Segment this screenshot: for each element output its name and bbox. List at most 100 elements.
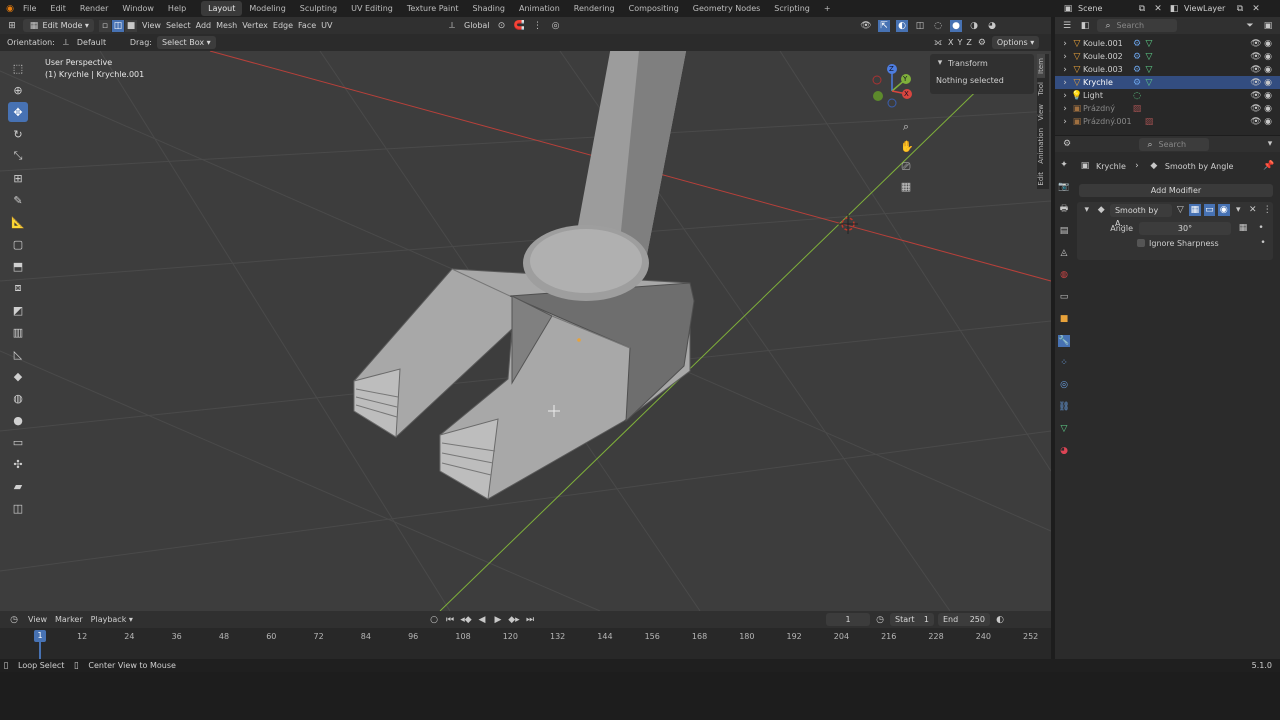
camera-icon[interactable]: ◉ — [1262, 103, 1274, 115]
camera-icon[interactable]: ◉ — [1262, 51, 1274, 63]
prev-keyframe-icon[interactable]: ◂◆ — [460, 614, 472, 626]
options-dropdown[interactable]: Options ▾ — [991, 36, 1040, 49]
particles-tab-icon[interactable]: ⁘ — [1058, 357, 1070, 369]
menu-window[interactable]: Window — [115, 1, 161, 16]
workspace-tab-geometry-nodes[interactable]: Geometry Nodes — [686, 1, 767, 16]
data-tab-icon[interactable]: ▽ — [1058, 423, 1070, 435]
object-tab-icon[interactable]: ■ — [1058, 313, 1070, 325]
poly-build-tool-icon[interactable]: ◆ — [8, 366, 28, 386]
xray-toggle-icon[interactable]: ◫ — [914, 20, 926, 32]
bevel-tool-icon[interactable]: ◩ — [8, 300, 28, 320]
orientation-dropdown[interactable]: Default — [77, 38, 125, 47]
outliner-item-koule-003[interactable]: › ▽ Koule.003 ⚙ ▽ 👁 ◉ — [1055, 63, 1280, 76]
mirror-y-toggle[interactable]: Y — [957, 38, 962, 47]
annotate-tool-icon[interactable]: ✎ — [8, 190, 28, 210]
menu-file[interactable]: File — [16, 1, 43, 16]
rendered-shading-icon[interactable]: ◕ — [986, 20, 998, 32]
transform-section-title[interactable]: Transform — [948, 59, 988, 68]
workspace-tab-compositing[interactable]: Compositing — [622, 1, 686, 16]
render-tab-icon[interactable]: 📷 — [1058, 181, 1070, 193]
edit-mode-toggle-icon[interactable]: ▽ — [1175, 204, 1186, 216]
chevron-down-icon[interactable]: ▾ — [936, 57, 944, 69]
mirror-icon[interactable]: ⟗ — [932, 37, 944, 49]
properties-search-field[interactable]: ⌕ Search — [1139, 137, 1209, 151]
workspace-tab-modeling[interactable]: Modeling — [242, 1, 292, 16]
camera-view-icon[interactable]: ⎚ — [900, 161, 912, 173]
zoom-icon[interactable]: ⌕ — [900, 121, 912, 133]
eye-icon[interactable]: 👁 — [1250, 116, 1262, 128]
keying-icon[interactable]: ◐ — [994, 614, 1006, 626]
wrench-icon[interactable]: ⚙ — [976, 37, 988, 49]
node-socket-icon[interactable]: ▦ — [1237, 222, 1249, 234]
outliner-item-krychle[interactable]: › ▽ Krychle ⚙ ▽ 👁 ◉ — [1055, 76, 1280, 89]
outliner-item-prazdny-001[interactable]: › ▣ Prázdný.001 ▨ 👁 ◉ — [1055, 115, 1280, 128]
pan-hand-icon[interactable]: ✋ — [900, 141, 914, 153]
frame-clock-icon[interactable]: ◷ — [874, 614, 886, 626]
cage-toggle-icon[interactable]: ▦ — [1189, 204, 1201, 216]
menu-edge[interactable]: Edge — [273, 21, 293, 30]
proportional-edit-icon[interactable]: ◎ — [550, 20, 562, 32]
mirror-z-toggle[interactable]: Z — [966, 38, 971, 47]
pivot-point-icon[interactable]: ⊙ — [496, 20, 508, 32]
measure-tool-icon[interactable]: 📐 — [8, 212, 28, 232]
play-reverse-icon[interactable]: ◀ — [476, 614, 488, 626]
eye-icon[interactable]: 👁 — [1250, 38, 1262, 50]
scene-delete-icon[interactable]: ✕ — [1152, 3, 1164, 15]
delete-modifier-icon[interactable]: ✕ — [1247, 204, 1258, 216]
render-toggle-icon[interactable]: ◉ — [1218, 204, 1230, 216]
physics-tab-icon[interactable]: ◎ — [1058, 379, 1070, 391]
menu-view[interactable]: View — [142, 21, 161, 30]
move-tool-icon[interactable]: ✥ — [8, 102, 28, 122]
shrink-fatten-tool-icon[interactable]: ✣ — [8, 454, 28, 474]
camera-icon[interactable]: ◉ — [1262, 77, 1274, 89]
gizmo-toggle-icon[interactable]: ⇱ — [878, 19, 890, 32]
record-icon[interactable]: ○ — [428, 614, 440, 626]
add-cube-tool-icon[interactable]: ▢ — [8, 234, 28, 254]
eye-icon[interactable]: 👁 — [1250, 77, 1262, 89]
select-box-tool-icon[interactable]: ⬚ — [8, 58, 28, 78]
menu-help[interactable]: Help — [161, 1, 193, 16]
eye-icon[interactable]: 👁 — [1250, 64, 1262, 76]
inset-tool-icon[interactable]: ⧈ — [8, 278, 28, 298]
end-frame-field[interactable]: End 250 — [938, 613, 990, 626]
material-shading-icon[interactable]: ◑ — [968, 20, 980, 32]
menu-face[interactable]: Face — [298, 21, 316, 30]
filter-icon[interactable]: ⏷ — [1244, 20, 1256, 32]
menu-add[interactable]: Add — [196, 21, 212, 30]
knife-tool-icon[interactable]: ◺ — [8, 344, 28, 364]
outliner-item-prazdny[interactable]: › ▣ Prázdný ▨ 👁 ◉ — [1055, 102, 1280, 115]
drag-dropdown[interactable]: Select Box ▾ — [156, 36, 216, 49]
edge-select-icon[interactable]: ◫ — [111, 19, 124, 32]
rotate-tool-icon[interactable]: ↻ — [8, 124, 28, 144]
jump-end-icon[interactable]: ⏭ — [524, 614, 536, 626]
edge-slide-tool-icon[interactable]: ▭ — [8, 432, 28, 452]
snap-icon[interactable]: 🧲 — [514, 20, 526, 32]
add-modifier-button[interactable]: Add Modifier — [1079, 184, 1273, 197]
options-chevron-icon[interactable]: ▾ — [1264, 138, 1276, 150]
transform-tool-icon[interactable]: ⊞ — [8, 168, 28, 188]
scene-tab-icon[interactable]: ◬ — [1058, 247, 1070, 259]
menu-uv[interactable]: UV — [321, 21, 332, 30]
mirror-x-toggle[interactable]: X — [948, 38, 953, 47]
sidebar-tab-animation[interactable]: Animation — [1037, 124, 1045, 168]
3d-viewport[interactable]: User Perspective (1) Krychle | Krychle.0… — [0, 51, 1051, 611]
eye-icon[interactable]: 👁 — [1250, 51, 1262, 63]
outliner-item-light[interactable]: › 💡 Light ◌ 👁 ◉ — [1055, 89, 1280, 102]
snap-target-icon[interactable]: ⋮ — [532, 20, 544, 32]
solid-shading-icon[interactable]: ● — [950, 19, 962, 32]
properties-editor-icon[interactable]: ⚙ — [1061, 138, 1073, 150]
keyframe-dot-icon[interactable]: • — [1257, 237, 1269, 249]
timeline-editor-icon[interactable]: ◷ — [8, 614, 20, 626]
sidebar-tab-tool[interactable]: Tool — [1037, 78, 1045, 100]
material-tab-icon[interactable]: ◕ — [1058, 445, 1070, 457]
world-tab-icon[interactable]: ◍ — [1058, 269, 1070, 281]
face-select-icon[interactable]: ■ — [124, 19, 137, 32]
sidebar-tab-view[interactable]: View — [1037, 100, 1045, 125]
transform-orientation-dropdown[interactable]: Global — [464, 21, 490, 30]
camera-icon[interactable]: ◉ — [1262, 90, 1274, 102]
output-tab-icon[interactable]: 🖶 — [1058, 203, 1070, 215]
cursor-tool-icon[interactable]: ⊕ — [8, 80, 28, 100]
ortho-grid-icon[interactable]: ▦ — [900, 181, 912, 193]
collapse-chevron-icon[interactable]: ▾ — [1081, 204, 1092, 216]
drag-handle-icon[interactable]: ⋮ — [1262, 204, 1273, 216]
